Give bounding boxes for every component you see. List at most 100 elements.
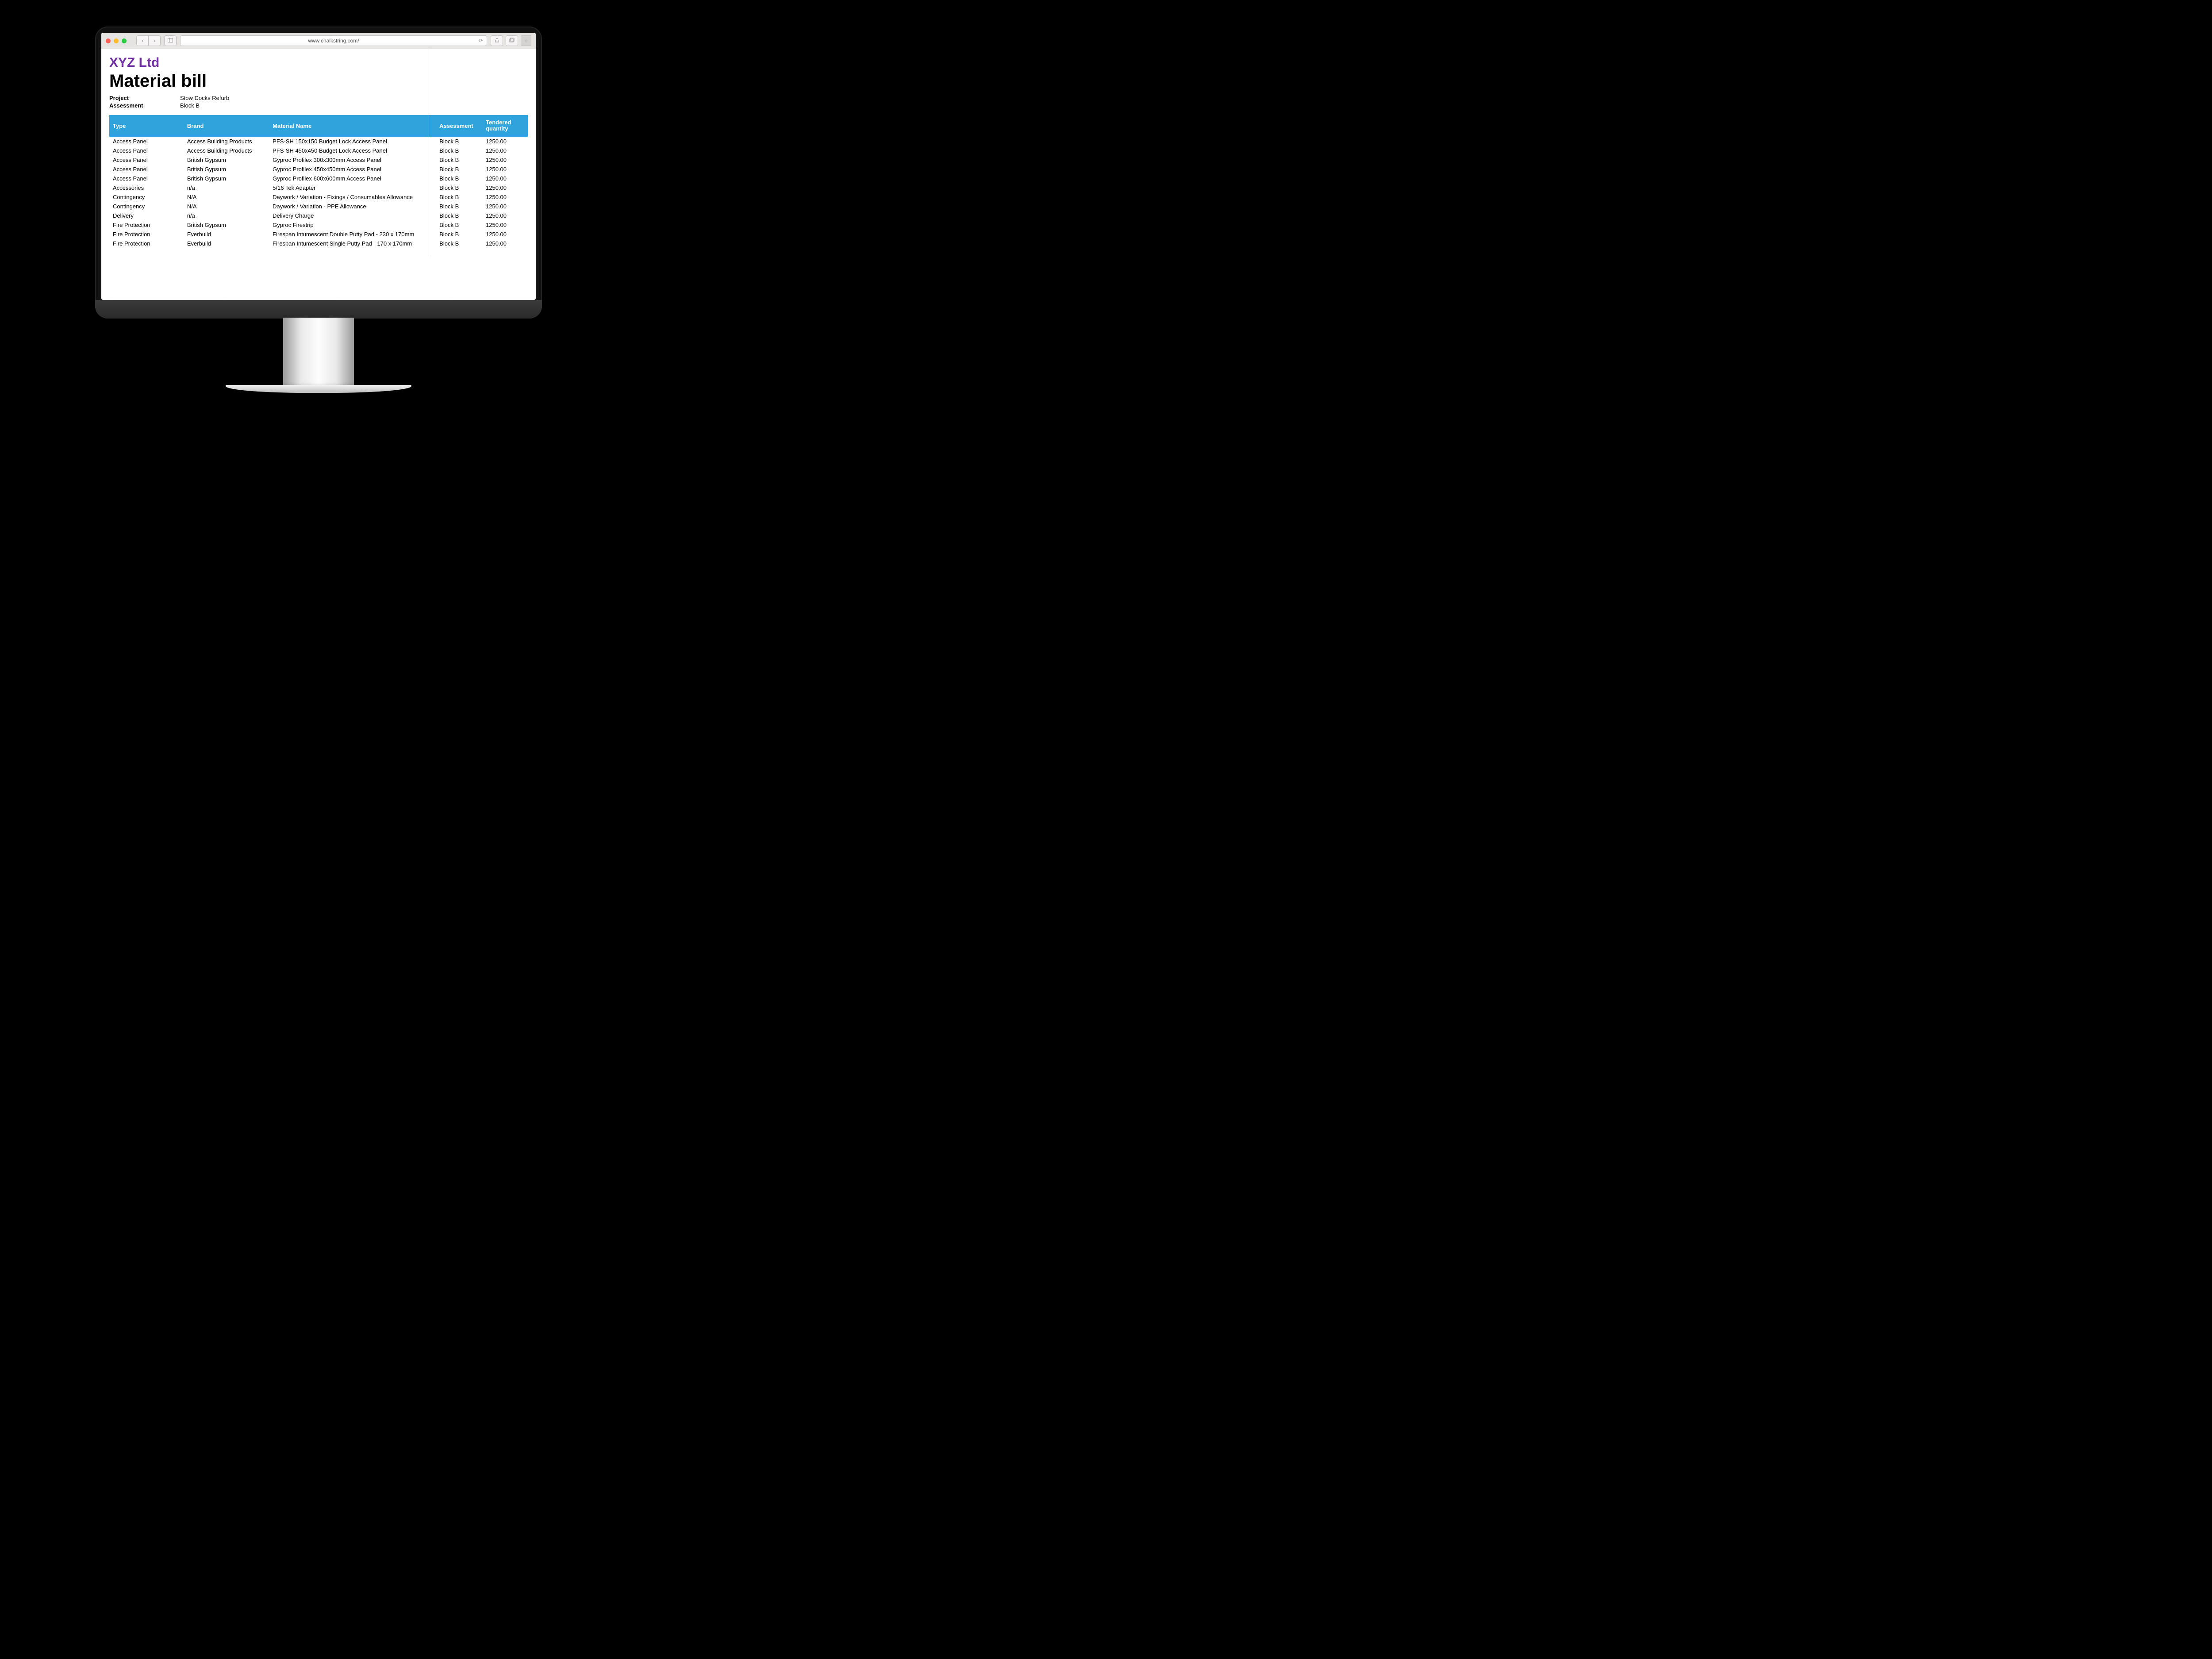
cell-type: Delivery (109, 211, 184, 220)
assessment-label: Assessment (109, 102, 180, 109)
cell-qty: 1250.00 (482, 137, 528, 146)
address-bar[interactable]: www.chalkstring.com/ ⟳ (180, 35, 487, 46)
cell-type: Access Panel (109, 155, 184, 165)
monitor-stand-base (226, 385, 411, 393)
cell-type: Access Panel (109, 137, 184, 146)
chevron-right-icon: › (154, 38, 155, 44)
table-row: ContingencyN/ADaywork / Variation - PPE … (109, 202, 528, 211)
cell-qty: 1250.00 (482, 192, 528, 202)
cell-type: Access Panel (109, 146, 184, 155)
table-row: Access PanelAccess Building ProductsPFS-… (109, 146, 528, 155)
cell-type: Contingency (109, 192, 184, 202)
cell-type: Fire Protection (109, 239, 184, 248)
forward-button[interactable]: › (149, 35, 161, 46)
close-window-button[interactable] (106, 38, 111, 43)
cell-assessment: Block B (436, 174, 482, 183)
nav-buttons: ‹ › (136, 35, 161, 46)
cell-name: PFS-SH 150x150 Budget Lock Access Panel (269, 137, 436, 146)
cell-type: Fire Protection (109, 220, 184, 230)
cell-type: Access Panel (109, 174, 184, 183)
share-button[interactable] (491, 35, 503, 46)
col-header-name: Material Name (269, 115, 436, 137)
cell-qty: 1250.00 (482, 239, 528, 248)
cell-name: Delivery Charge (269, 211, 436, 220)
cell-qty: 1250.00 (482, 230, 528, 239)
cell-brand: Everbuild (184, 239, 269, 248)
chevron-left-icon: ‹ (142, 38, 143, 44)
table-row: Access PanelBritish GypsumGyproc Profile… (109, 165, 528, 174)
cell-qty: 1250.00 (482, 220, 528, 230)
cell-assessment: Block B (436, 192, 482, 202)
cell-brand: British Gypsum (184, 155, 269, 165)
cell-name: Gyproc Profilex 450x450mm Access Panel (269, 165, 436, 174)
cell-name: 5/16 Tek Adapter (269, 183, 436, 192)
cell-type: Fire Protection (109, 230, 184, 239)
company-brand: XYZ Ltd (109, 55, 528, 70)
cell-assessment: Block B (436, 146, 482, 155)
tabs-button[interactable] (506, 35, 518, 46)
col-header-brand: Brand (184, 115, 269, 137)
page-content: XYZ Ltd Material bill Project Stow Docks… (101, 49, 536, 256)
project-meta: Project Stow Docks Refurb Assessment Blo… (109, 95, 528, 109)
share-icon (495, 38, 499, 44)
cell-brand: Access Building Products (184, 137, 269, 146)
assessment-value: Block B (180, 102, 200, 109)
monitor-chin (95, 300, 542, 319)
table-row: Fire ProtectionEverbuildFirespan Intumes… (109, 230, 528, 239)
cell-brand: British Gypsum (184, 174, 269, 183)
tabs-icon (509, 38, 515, 44)
reload-icon[interactable]: ⟳ (479, 38, 483, 44)
window-controls (106, 38, 127, 43)
project-value: Stow Docks Refurb (180, 95, 229, 101)
cell-brand: British Gypsum (184, 220, 269, 230)
plus-icon: + (524, 37, 528, 44)
col-header-type: Type (109, 115, 184, 137)
table-header-row: Type Brand Material Name Assessment Tend… (109, 115, 528, 137)
cell-qty: 1250.00 (482, 165, 528, 174)
table-row: ContingencyN/ADaywork / Variation - Fixi… (109, 192, 528, 202)
cell-qty: 1250.00 (482, 155, 528, 165)
page-title: Material bill (109, 71, 528, 91)
cell-brand: N/A (184, 192, 269, 202)
col-header-assessment: Assessment (436, 115, 482, 137)
cell-name: Gyproc Profilex 300x300mm Access Panel (269, 155, 436, 165)
cell-qty: 1250.00 (482, 174, 528, 183)
cell-assessment: Block B (436, 183, 482, 192)
address-url: www.chalkstring.com/ (308, 38, 359, 44)
cell-assessment: Block B (436, 239, 482, 248)
cell-assessment: Block B (436, 202, 482, 211)
monitor-stand-neck (283, 318, 354, 388)
table-row: Access PanelBritish GypsumGyproc Profile… (109, 174, 528, 183)
cell-assessment: Block B (436, 165, 482, 174)
cell-brand: N/A (184, 202, 269, 211)
sidebar-icon (168, 38, 173, 44)
back-button[interactable]: ‹ (136, 35, 149, 46)
browser-toolbar: ‹ › www.chalkstring.com/ ⟳ (101, 33, 536, 49)
cell-assessment: Block B (436, 220, 482, 230)
minimize-window-button[interactable] (114, 38, 119, 43)
cell-assessment: Block B (436, 230, 482, 239)
table-row: Deliveryn/aDelivery ChargeBlock B1250.00 (109, 211, 528, 220)
screen: ‹ › www.chalkstring.com/ ⟳ (101, 33, 536, 300)
cell-name: Daywork / Variation - PPE Allowance (269, 202, 436, 211)
cell-name: PFS-SH 450x450 Budget Lock Access Panel (269, 146, 436, 155)
maximize-window-button[interactable] (122, 38, 127, 43)
cell-assessment: Block B (436, 211, 482, 220)
monitor-frame: ‹ › www.chalkstring.com/ ⟳ (95, 27, 542, 319)
cell-type: Contingency (109, 202, 184, 211)
cell-name: Gyproc Profilex 600x600mm Access Panel (269, 174, 436, 183)
project-label: Project (109, 95, 180, 101)
cell-brand: n/a (184, 211, 269, 220)
new-tab-button[interactable]: + (521, 35, 531, 46)
cell-name: Firespan Intumescent Double Putty Pad - … (269, 230, 436, 239)
cell-type: Access Panel (109, 165, 184, 174)
cell-brand: Access Building Products (184, 146, 269, 155)
cell-assessment: Block B (436, 137, 482, 146)
table-row: Accessoriesn/a5/16 Tek AdapterBlock B125… (109, 183, 528, 192)
cell-brand: n/a (184, 183, 269, 192)
cell-qty: 1250.00 (482, 202, 528, 211)
table-body: Access PanelAccess Building ProductsPFS-… (109, 137, 528, 248)
sidebar-toggle-button[interactable] (164, 35, 177, 46)
cell-name: Daywork / Variation - Fixings / Consumab… (269, 192, 436, 202)
cell-qty: 1250.00 (482, 146, 528, 155)
